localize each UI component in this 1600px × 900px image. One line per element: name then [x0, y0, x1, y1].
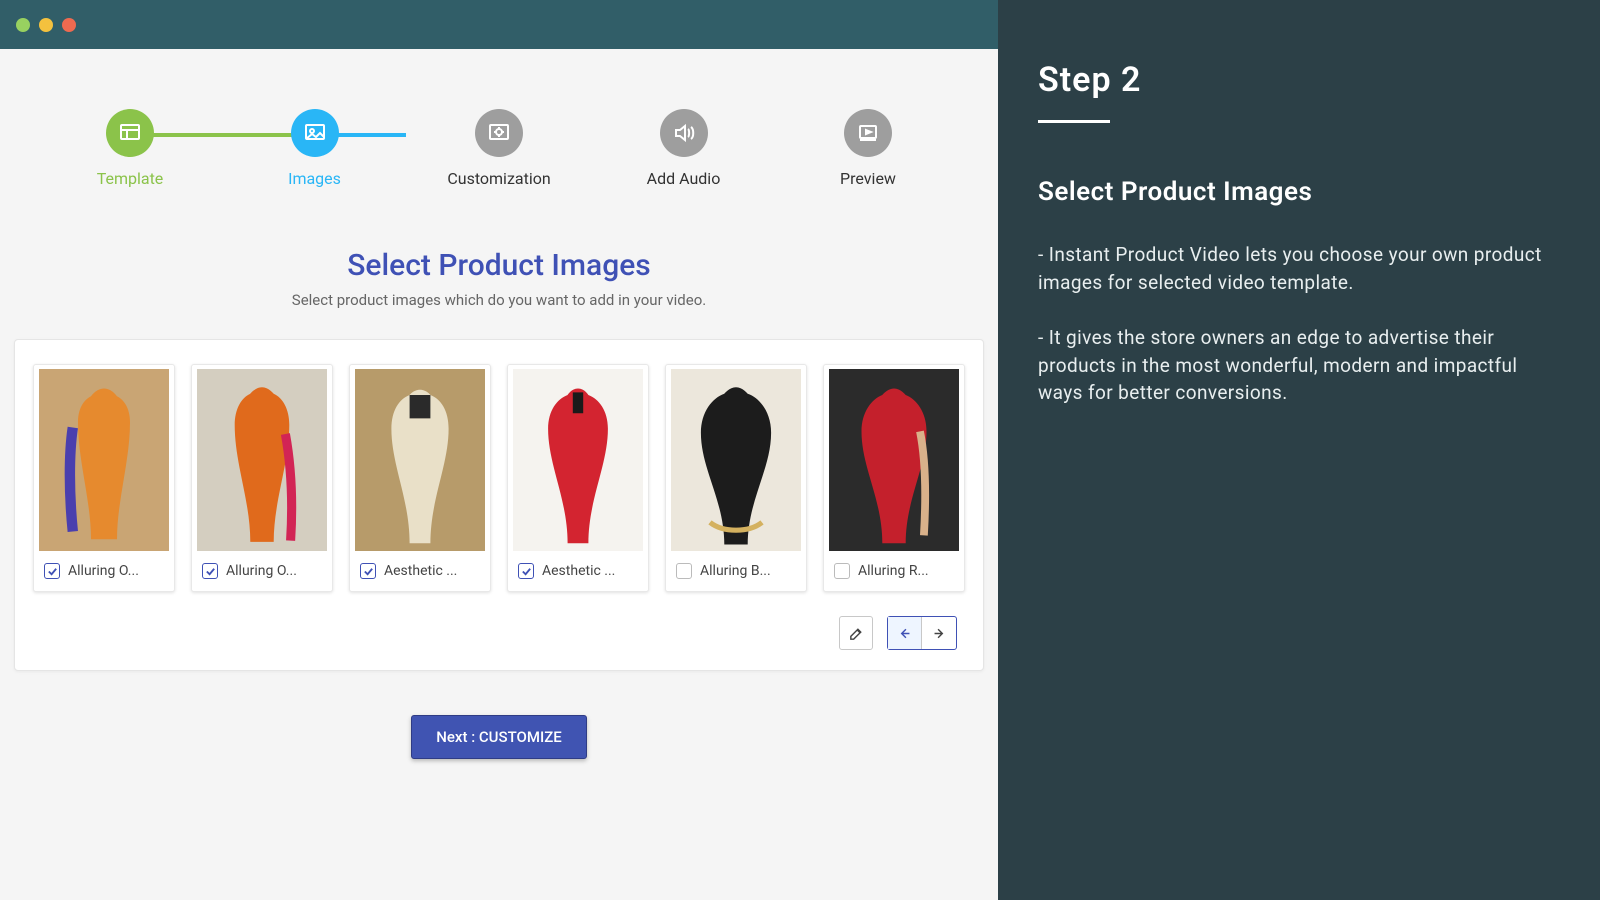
step-label: Template — [97, 169, 164, 188]
product-card[interactable]: Alluring O... — [33, 364, 175, 592]
step-template[interactable]: Template — [70, 109, 190, 188]
window-close-icon — [62, 18, 76, 32]
product-card[interactable]: Aesthetic ... — [349, 364, 491, 592]
help-title: Select Product Images — [1038, 177, 1560, 207]
app-window: Template Images Customization Add Audio — [0, 0, 998, 900]
step-label: Add Audio — [647, 169, 721, 188]
checkbox-icon[interactable] — [676, 563, 692, 579]
product-label: Alluring B... — [700, 563, 771, 579]
product-grid: Alluring O... Alluring O... — [33, 364, 965, 592]
edit-button[interactable] — [839, 616, 873, 650]
images-icon — [291, 109, 339, 157]
stepper: Template Images Customization Add Audio — [0, 49, 998, 198]
checkbox-icon[interactable] — [518, 563, 534, 579]
product-label: Alluring R... — [858, 563, 929, 579]
app-body: Template Images Customization Add Audio — [0, 49, 998, 900]
page-arrow-group — [887, 616, 957, 650]
customization-icon — [475, 109, 523, 157]
product-card[interactable]: Aesthetic ... — [507, 364, 649, 592]
product-image — [196, 369, 328, 551]
help-paragraph: - Instant Product Video lets you choose … — [1038, 241, 1560, 296]
pagination-controls — [33, 616, 965, 650]
step-label: Images — [288, 169, 341, 188]
product-card[interactable]: Alluring R... — [823, 364, 965, 592]
page-title: Select Product Images — [0, 248, 998, 283]
step-customization[interactable]: Customization — [439, 109, 559, 188]
product-image — [512, 369, 644, 551]
product-label: Aesthetic ... — [384, 563, 457, 579]
step-preview[interactable]: Preview — [808, 109, 928, 188]
checkbox-icon[interactable] — [834, 563, 850, 579]
step-label: Customization — [447, 169, 550, 188]
step-images[interactable]: Images — [255, 109, 375, 188]
product-image — [828, 369, 960, 551]
product-image — [354, 369, 486, 551]
divider — [1038, 120, 1110, 123]
window-max-icon — [39, 18, 53, 32]
product-card[interactable]: Alluring O... — [191, 364, 333, 592]
product-grid-panel: Alluring O... Alluring O... — [14, 339, 984, 671]
help-sidebar: Step 2 Select Product Images - Instant P… — [998, 0, 1600, 900]
product-card[interactable]: Alluring B... — [665, 364, 807, 592]
product-image — [38, 369, 170, 551]
product-label: Alluring O... — [68, 563, 139, 579]
checkbox-icon[interactable] — [44, 563, 60, 579]
window-chrome — [0, 0, 998, 49]
audio-icon — [660, 109, 708, 157]
preview-icon — [844, 109, 892, 157]
step-add-audio[interactable]: Add Audio — [624, 109, 744, 188]
next-customize-button[interactable]: Next : CUSTOMIZE — [411, 715, 586, 759]
prev-page-button[interactable] — [888, 617, 922, 649]
help-step-label: Step 2 — [1038, 60, 1560, 100]
page-subtitle: Select product images which do you want … — [0, 291, 998, 309]
template-icon — [106, 109, 154, 157]
page-heading: Select Product Images Select product ima… — [0, 248, 998, 309]
checkbox-icon[interactable] — [202, 563, 218, 579]
product-label: Aesthetic ... — [542, 563, 615, 579]
product-label: Alluring O... — [226, 563, 297, 579]
next-page-button[interactable] — [922, 617, 956, 649]
step-label: Preview — [840, 169, 896, 188]
product-image — [670, 369, 802, 551]
checkbox-icon[interactable] — [360, 563, 376, 579]
window-min-icon — [16, 18, 30, 32]
help-paragraph: - It gives the store owners an edge to a… — [1038, 324, 1560, 407]
